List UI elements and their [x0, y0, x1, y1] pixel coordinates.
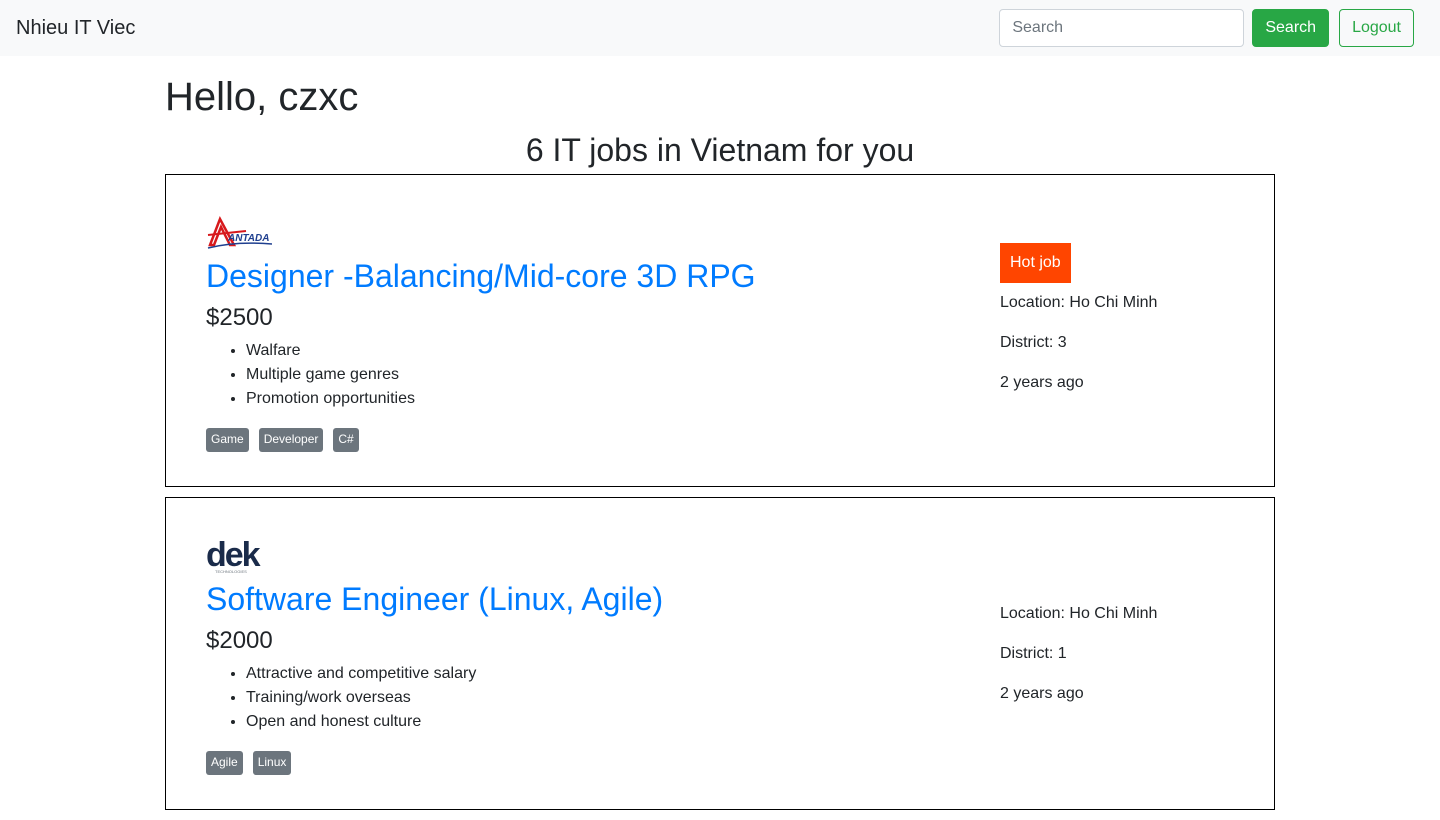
- benefit-item: Training/work overseas: [246, 686, 966, 710]
- brand-link[interactable]: Nhieu IT Viec: [16, 18, 135, 38]
- skill-tag[interactable]: Developer: [258, 428, 324, 452]
- search-input[interactable]: [999, 9, 1245, 47]
- job-card: ANTADA Designer -Balancing/Mid-core 3D R…: [165, 174, 1275, 487]
- job-salary: $2000: [206, 627, 273, 655]
- skill-tag[interactable]: Linux: [252, 751, 292, 775]
- svg-text:TECHNOLOGIES: TECHNOLOGIES: [215, 569, 247, 574]
- benefits-list: Walfare Multiple game genres Promotion o…: [206, 339, 966, 411]
- job-card: dek TECHNOLOGIES Software Engineer (Linu…: [165, 497, 1275, 810]
- greeting-heading: Hello, czxc: [165, 75, 359, 119]
- jobs-count-heading: 6 IT jobs in Vietnam for you: [525, 132, 915, 168]
- search-button[interactable]: Search: [1252, 9, 1330, 47]
- company-logo-dek: dek TECHNOLOGIES: [206, 538, 263, 574]
- job-main-info: ANTADA Designer -Balancing/Mid-core 3D R…: [206, 215, 966, 452]
- job-salary: $2500: [206, 304, 273, 332]
- job-side-info: Hot job Location: Ho Chi Minh District: …: [1000, 175, 1240, 486]
- svg-text:ANTADA: ANTADA: [227, 233, 269, 244]
- skill-tags: Game Developer C#: [206, 428, 966, 452]
- job-location: Location: Ho Chi Minh: [1000, 294, 1158, 311]
- navbar: Nhieu IT Viec Search Logout: [0, 0, 1440, 56]
- job-location: Location: Ho Chi Minh: [1000, 605, 1158, 622]
- benefit-item: Walfare: [246, 339, 966, 363]
- main-container: Hello, czxc 6 IT jobs in Vietnam for you…: [165, 56, 1275, 820]
- search-form: Search Logout: [999, 9, 1414, 47]
- benefit-item: Multiple game genres: [246, 363, 966, 387]
- skill-tag[interactable]: Game: [206, 428, 249, 452]
- benefit-item: Open and honest culture: [246, 710, 966, 734]
- logout-button[interactable]: Logout: [1339, 9, 1414, 47]
- job-posted-time: 2 years ago: [1000, 374, 1084, 391]
- job-posted-time: 2 years ago: [1000, 685, 1084, 702]
- job-title-link[interactable]: Software Engineer (Linux, Agile): [206, 580, 663, 618]
- skill-tags: Agile Linux: [206, 751, 966, 775]
- benefit-item: Promotion opportunities: [246, 387, 966, 411]
- skill-tag[interactable]: C#: [333, 428, 359, 452]
- job-side-info: Location: Ho Chi Minh District: 1 2 year…: [1000, 498, 1240, 809]
- hot-job-badge: Hot job: [1000, 243, 1071, 283]
- benefit-item: Attractive and competitive salary: [246, 662, 966, 686]
- job-main-info: dek TECHNOLOGIES Software Engineer (Linu…: [206, 538, 966, 775]
- job-list: ANTADA Designer -Balancing/Mid-core 3D R…: [165, 174, 1275, 810]
- skill-tag[interactable]: Agile: [206, 751, 243, 775]
- job-district: District: 3: [1000, 334, 1067, 351]
- job-district: District: 1: [1000, 645, 1067, 662]
- company-logo-antada: ANTADA: [207, 216, 272, 249]
- benefits-list: Attractive and competitive salary Traini…: [206, 662, 966, 734]
- job-title-link[interactable]: Designer -Balancing/Mid-core 3D RPG: [206, 257, 756, 295]
